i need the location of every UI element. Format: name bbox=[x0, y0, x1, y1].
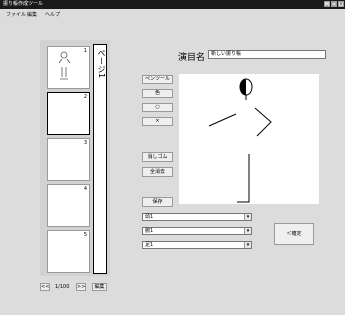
thumbnail-number: 5 bbox=[83, 232, 87, 238]
thumbnail-number: 4 bbox=[83, 186, 87, 192]
menu-help[interactable]: ヘルプ bbox=[45, 10, 60, 21]
thumbnail-2[interactable]: 2 bbox=[47, 92, 90, 135]
leg-select[interactable]: 足1 ▾ bbox=[142, 241, 252, 249]
thumbnail-3[interactable]: 3 bbox=[47, 138, 90, 181]
color-button[interactable]: 色 bbox=[142, 89, 173, 98]
menu-bar: ファイル 編集 ヘルプ bbox=[0, 10, 345, 21]
head-select[interactable]: 頭1 ▾ bbox=[142, 213, 252, 221]
prev-page-button[interactable]: << bbox=[40, 283, 50, 291]
thumbnail-1[interactable]: 1 bbox=[47, 46, 90, 89]
pencil-button[interactable]: ペンツール bbox=[142, 75, 173, 84]
leg-select-value: 足1 bbox=[145, 242, 154, 248]
page-strip[interactable]: ページ1 bbox=[93, 44, 107, 274]
drawing-canvas[interactable] bbox=[179, 74, 319, 204]
thumbnail-number: 2 bbox=[83, 94, 87, 100]
maximize-button[interactable]: □ bbox=[331, 1, 337, 7]
circle-button[interactable]: ○ bbox=[142, 103, 173, 112]
page-indicator: 1/100 bbox=[55, 284, 70, 290]
cross-button[interactable]: × bbox=[142, 117, 173, 126]
stick-figure-drawing bbox=[208, 78, 272, 203]
chevron-down-icon[interactable]: ▾ bbox=[244, 228, 251, 234]
minimize-button[interactable]: _ bbox=[324, 1, 330, 7]
close-button[interactable]: × bbox=[338, 1, 344, 7]
thumbnail-5[interactable]: 5 bbox=[47, 230, 90, 273]
next-page-button[interactable]: >> bbox=[76, 283, 86, 291]
menu-file[interactable]: ファイル bbox=[6, 10, 26, 21]
app-window: 振り帳作成ツール _ □ × ファイル 編集 ヘルプ 1 2 3 4 5 ページ… bbox=[0, 0, 345, 315]
chevron-down-icon[interactable]: ▾ bbox=[244, 214, 251, 220]
thumbnail-4[interactable]: 4 bbox=[47, 184, 90, 227]
title-input[interactable]: 新しい振り帳 bbox=[208, 50, 326, 59]
confirm-button[interactable]: ＜確定 bbox=[274, 223, 314, 245]
edit-button[interactable]: 編集 bbox=[92, 283, 107, 291]
window-title: 振り帳作成ツール bbox=[3, 1, 44, 7]
eraser-button[interactable]: 消しゴム bbox=[142, 152, 173, 162]
clear-all-button[interactable]: 全消去 bbox=[142, 167, 173, 177]
thumbnail-number: 3 bbox=[83, 140, 87, 146]
page-strip-label: ページ1 bbox=[97, 49, 106, 79]
save-button[interactable]: 保存 bbox=[142, 197, 173, 207]
arm-select[interactable]: 腕1 ▾ bbox=[142, 227, 252, 235]
menu-edit[interactable]: 編集 bbox=[27, 10, 37, 21]
arm-select-value: 腕1 bbox=[145, 228, 154, 234]
chevron-down-icon[interactable]: ▾ bbox=[244, 242, 251, 248]
head-select-value: 頭1 bbox=[145, 214, 154, 220]
title-label: 演目名 bbox=[178, 53, 206, 63]
stick-figure-thumbnail bbox=[58, 51, 71, 80]
title-bar: 振り帳作成ツール _ □ × bbox=[0, 0, 345, 9]
